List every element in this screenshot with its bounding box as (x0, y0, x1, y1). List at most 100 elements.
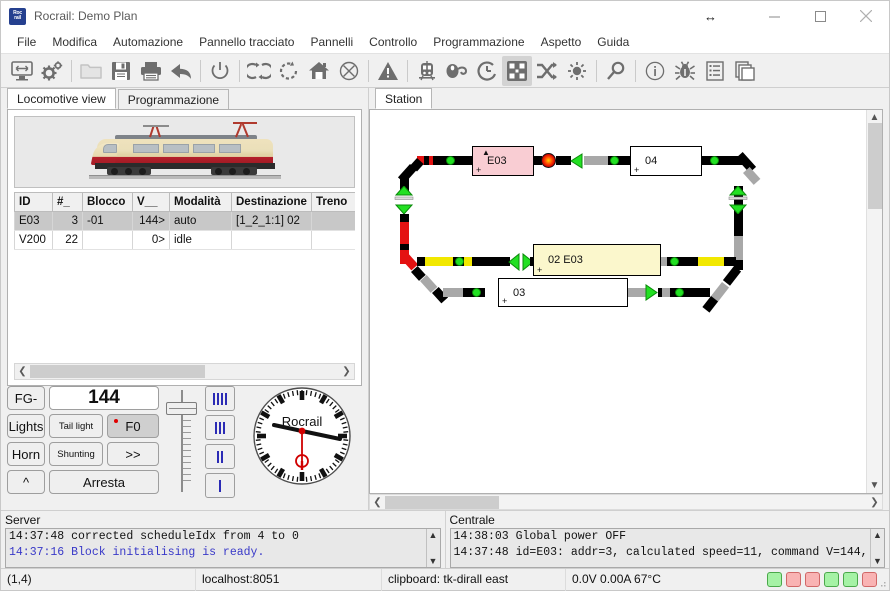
resize-grip-icon[interactable] (877, 578, 887, 588)
column-header-number[interactable]: #_ (52, 192, 83, 212)
tab-locomotive-view[interactable]: Locomotive view (7, 88, 116, 109)
slider-handle[interactable] (166, 402, 197, 415)
scroll-right-icon[interactable]: ❯ (867, 497, 882, 508)
block-04[interactable]: + 04 (630, 146, 702, 176)
close-button[interactable] (843, 1, 889, 31)
column-header-v[interactable]: V__ (132, 192, 170, 212)
scroll-down-icon[interactable]: ▼ (870, 480, 880, 491)
lights-button[interactable]: Lights (7, 414, 45, 438)
menu-modifica[interactable]: Modifica (44, 33, 105, 51)
menu-controllo[interactable]: Controllo (361, 33, 425, 51)
tail-light-button[interactable]: Tail light (49, 414, 103, 438)
menu-pannelli[interactable]: Pannelli (302, 33, 361, 51)
tab-station[interactable]: Station (375, 88, 433, 109)
speed-display[interactable]: 144 (49, 386, 159, 410)
auto-mode-icon[interactable] (244, 56, 274, 86)
scroll-down-icon[interactable]: ▼ (873, 556, 882, 566)
home-icon[interactable] (304, 56, 334, 86)
scroll-left-icon[interactable]: ❮ (15, 366, 30, 377)
central-log-scrollbar[interactable]: ▲ ▼ (870, 529, 884, 567)
lights-icon[interactable] (562, 56, 592, 86)
menu-pannello-tracciato[interactable]: Pannello tracciato (191, 33, 302, 51)
table-row[interactable]: E03 3 -01 144> auto [1_2_1:1] 02 (14, 211, 355, 231)
plan-vertical-scrollbar[interactable]: ▲ ▼ (866, 110, 882, 493)
block-01[interactable]: ▲ + E03 (472, 146, 534, 176)
menu-programmazione[interactable]: Programmazione (425, 33, 532, 51)
search-icon[interactable] (601, 56, 631, 86)
scroll-track[interactable] (30, 364, 339, 379)
menu-guida[interactable]: Guida (589, 33, 637, 51)
function-group-2-button[interactable] (205, 444, 235, 469)
speed-slider[interactable] (165, 386, 199, 496)
scroll-down-icon[interactable]: ▼ (429, 556, 438, 566)
scroll-up-icon[interactable]: ▲ (870, 112, 880, 123)
menu-automazione[interactable]: Automazione (105, 33, 191, 51)
settings-gear-icon[interactable] (37, 56, 67, 86)
sensor-indicator[interactable] (670, 257, 679, 266)
column-header-modalita[interactable]: Modalità (169, 192, 232, 212)
routes-icon[interactable] (532, 56, 562, 86)
warning-icon[interactable] (373, 56, 403, 86)
clock-icon[interactable] (472, 56, 502, 86)
locomotive-icon[interactable] (412, 56, 442, 86)
scroll-thumb[interactable] (30, 365, 205, 378)
print-icon[interactable] (136, 56, 166, 86)
blocks-icon[interactable] (502, 55, 532, 86)
track-plan-canvas[interactable]: ▲ + E03 + 04 + 02 E03 + 03 (370, 110, 866, 493)
menu-aspetto[interactable]: Aspetto (533, 33, 590, 51)
sensor-indicator[interactable] (610, 156, 619, 165)
function-group-3-button[interactable] (205, 415, 235, 440)
f0-button[interactable]: F0 (107, 414, 159, 438)
info-icon[interactable] (640, 56, 670, 86)
column-header-destinazione[interactable]: Destinazione (231, 192, 312, 212)
scroll-track[interactable] (867, 123, 882, 480)
scroll-track[interactable] (385, 495, 867, 510)
direction-arrow-right-icon[interactable] (644, 284, 658, 301)
block-02[interactable]: + 02 E03 (533, 244, 661, 276)
open-folder-icon[interactable] (76, 56, 106, 86)
mouse-icon[interactable] (442, 56, 472, 86)
column-header-blocco[interactable]: Blocco (82, 192, 133, 212)
scroll-right-icon[interactable]: ❯ (339, 366, 354, 377)
function-group-1-button[interactable] (205, 473, 235, 498)
sensor-indicator[interactable] (472, 288, 481, 297)
plan-horizontal-scrollbar[interactable]: ❮ ❯ (369, 494, 883, 510)
maximize-button[interactable] (797, 1, 843, 31)
column-header-treno[interactable]: Treno (311, 192, 355, 212)
table-row[interactable]: V200 22 0> idle (14, 230, 355, 250)
block-03[interactable]: + 03 (498, 278, 628, 307)
server-log-scrollbar[interactable]: ▲ ▼ (425, 529, 440, 567)
bug-icon[interactable] (670, 56, 700, 86)
locomotive-table-wrap[interactable]: ID #_ Blocco V__ Modalità Destinazione T… (14, 192, 355, 359)
column-header-id[interactable]: ID (14, 192, 53, 212)
copy-icon[interactable] (730, 56, 760, 86)
sensor-indicator[interactable] (675, 288, 684, 297)
sensor-indicator[interactable] (455, 257, 464, 266)
sensor-indicator[interactable] (710, 156, 719, 165)
undo-icon[interactable] (166, 56, 196, 86)
fg-minus-button[interactable]: FG- (7, 386, 45, 410)
sensor-indicator[interactable] (446, 156, 455, 165)
list-icon[interactable] (700, 56, 730, 86)
direction-arrow-left-icon[interactable] (570, 153, 584, 169)
scroll-thumb[interactable] (385, 495, 499, 509)
clock-widget[interactable]: Rocrail (241, 386, 362, 486)
resize-horizontal-icon[interactable]: ↔ (704, 9, 717, 24)
menu-file[interactable]: File (9, 33, 44, 51)
server-log-box[interactable]: 14:37:48 corrected scheduleIdx from 4 to… (5, 528, 441, 568)
save-icon[interactable] (106, 56, 136, 86)
power-icon[interactable] (205, 56, 235, 86)
tab-programmazione[interactable]: Programmazione (117, 89, 230, 109)
workspace-icon[interactable] (7, 56, 37, 86)
central-log-box[interactable]: 14:38:03 Global power OFF 14:37:48 id=E0… (449, 528, 885, 568)
minimize-button[interactable] (751, 1, 797, 31)
horn-button[interactable]: Horn (7, 442, 45, 466)
next-function-button[interactable]: >> (107, 442, 159, 466)
function-group-4-button[interactable] (205, 386, 235, 411)
stop-all-icon[interactable] (334, 56, 364, 86)
scroll-thumb[interactable] (867, 123, 882, 209)
table-horizontal-scrollbar[interactable]: ❮ ❯ (14, 363, 355, 380)
signal-red-icon[interactable] (541, 153, 556, 168)
switch-left-icon[interactable] (394, 186, 414, 214)
reset-icon[interactable] (274, 56, 304, 86)
